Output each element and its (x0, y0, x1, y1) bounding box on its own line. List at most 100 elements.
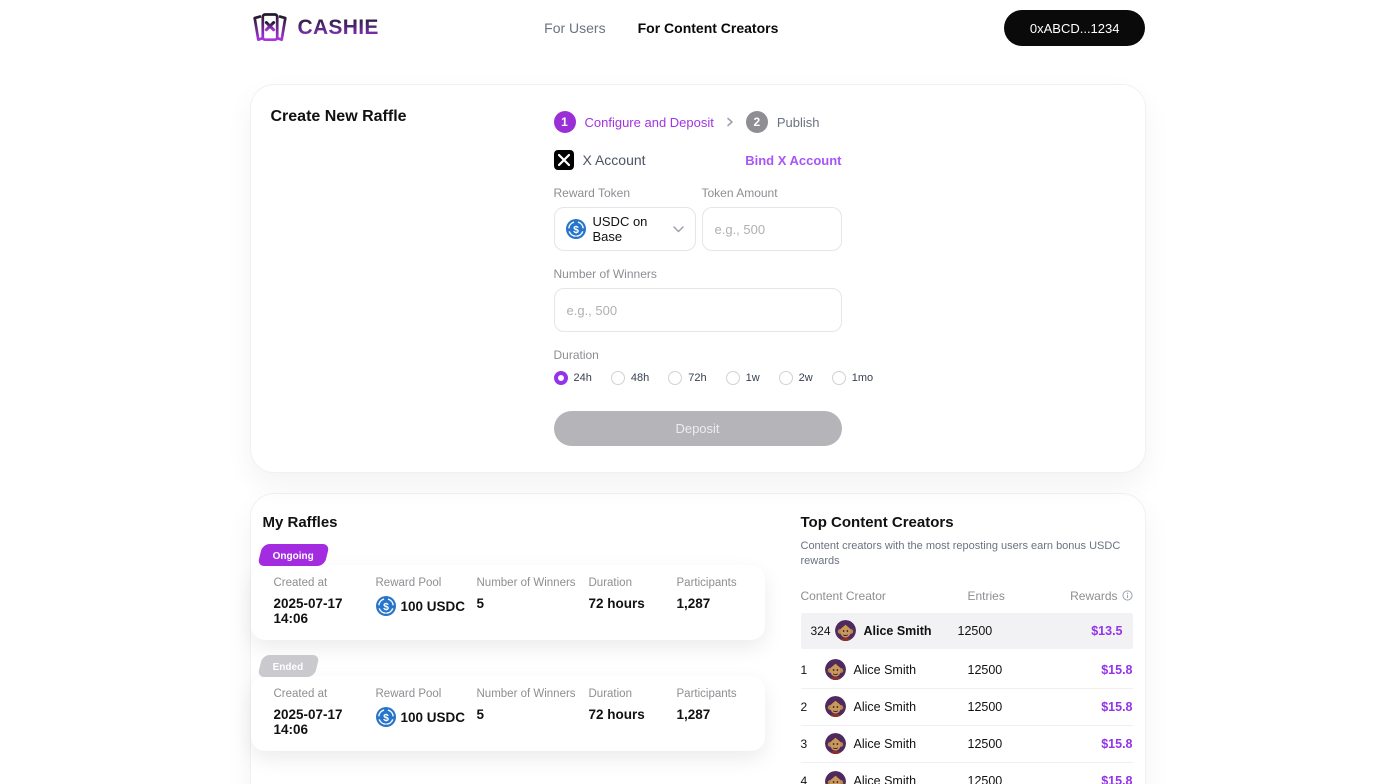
duration-option-72h[interactable]: 72h (668, 371, 707, 385)
created-at-label: Created at (273, 688, 328, 700)
number-of-winners-input[interactable] (553, 288, 842, 332)
raffle-item-ended[interactable]: Ended Created at 2025-07-17 14:06 Reward… (250, 655, 765, 751)
step-1-circle: 1 (553, 111, 576, 133)
avatar (824, 770, 846, 784)
creator-row[interactable]: 2 Alice Smith 12500 $15.8 (800, 689, 1133, 726)
usdc-icon (375, 596, 396, 616)
duration-option-24h[interactable]: 24h (553, 371, 592, 385)
winners-value: 5 (476, 707, 485, 722)
status-badge: Ended (256, 655, 319, 677)
raffle-item-ongoing[interactable]: Ongoing Created at 2025-07-17 14:06 Rewa… (250, 544, 765, 640)
creator-name: Alice Smith (863, 623, 932, 638)
create-raffle-card: Create New Raffle 1 Configure and Deposi… (249, 84, 1146, 473)
duration-option-1w[interactable]: 1w (725, 371, 760, 385)
top-navbar: CASHIE For Users For Content Creators 0x… (250, 0, 1146, 56)
brand-name: CASHIE (297, 16, 379, 39)
radio-icon (610, 371, 625, 385)
reward-value: $15.8 (1101, 736, 1133, 751)
created-at-value: 2025-07-17 14:06 (273, 596, 343, 626)
participants-label: Participants (676, 577, 737, 589)
token-amount-input[interactable] (701, 207, 842, 251)
duration-option-1mo[interactable]: 1mo (831, 371, 873, 385)
x-account-label: X Account (582, 152, 646, 168)
chevron-down-icon (672, 225, 684, 233)
duration-option-48h[interactable]: 48h (610, 371, 649, 385)
winners-label: Number of Winners (476, 688, 576, 700)
my-raffles-title: My Raffles (262, 514, 338, 531)
duration-value: 72 hours (588, 596, 645, 611)
x-twitter-icon (553, 150, 574, 170)
reward-value: $15.8 (1101, 662, 1133, 677)
col-entries: Entries (967, 588, 1005, 603)
step-1-label: Configure and Deposit (584, 114, 714, 130)
raffle-card: Created at 2025-07-17 14:06 Reward Pool … (250, 676, 765, 751)
nav-for-content-creators[interactable]: For Content Creators (638, 20, 779, 36)
reward-pool-value: 100 USDC (375, 596, 477, 616)
wallet-address-button[interactable]: 0xABCD...1234 (1003, 10, 1146, 46)
creator-row[interactable]: 1 Alice Smith 12500 $15.8 (800, 652, 1133, 689)
col-content-creator: Content Creator (800, 588, 886, 603)
raffle-card: Created at 2025-07-17 14:06 Reward Pool … (250, 565, 765, 640)
usdc-icon (565, 219, 586, 239)
step-2-label: Publish (776, 114, 820, 130)
creator-row-self[interactable]: 324 Alice Smith 12500 $13.5 (800, 612, 1133, 649)
nav-for-users[interactable]: For Users (544, 20, 605, 36)
creator-name: Alice Smith (853, 774, 917, 784)
number-of-winners-label: Number of Winners (553, 267, 657, 281)
reward-token-select[interactable]: USDC on Base (553, 207, 696, 251)
reward-pool-label: Reward Pool (375, 688, 442, 700)
x-account-row: X Account Bind X Account (553, 150, 842, 170)
info-icon[interactable] (1121, 590, 1133, 601)
duration-label: Duration (553, 348, 599, 362)
radio-icon (831, 371, 846, 385)
stepper: 1 Configure and Deposit 2 Publish (553, 111, 842, 133)
my-raffles-section: My Raffles Ongoing Created at 2025-07-17… (250, 514, 765, 784)
creator-name: Alice Smith (853, 736, 917, 751)
duration-label: Duration (588, 577, 632, 589)
creator-name: Alice Smith (853, 699, 917, 714)
duration-option-2w[interactable]: 2w (778, 371, 813, 385)
bottom-section-card: My Raffles Ongoing Created at 2025-07-17… (249, 493, 1146, 784)
entries-value: 12500 (967, 699, 1003, 714)
reward-value: $15.8 (1101, 699, 1133, 714)
reward-value: $13.5 (1091, 623, 1123, 638)
duration-radio-group: 24h 48h 72h 1w 2w 1mo (553, 371, 873, 385)
radio-icon (778, 371, 793, 385)
radio-icon (725, 371, 740, 385)
col-rewards: Rewards (1063, 589, 1133, 603)
creator-name: Alice Smith (853, 662, 917, 677)
reward-token-value: USDC on Base (592, 214, 648, 244)
entries-value: 12500 (967, 662, 1003, 677)
bind-x-account-link[interactable]: Bind X Account (745, 153, 841, 168)
rank: 324 (810, 623, 831, 638)
rank: 2 (800, 699, 808, 714)
usdc-icon (375, 707, 396, 727)
create-raffle-title: Create New Raffle (270, 108, 407, 125)
winners-value: 5 (476, 596, 485, 611)
participants-label: Participants (676, 688, 737, 700)
brand-logo[interactable]: CASHIE (250, 10, 379, 46)
avatar (824, 733, 846, 755)
radio-icon (668, 371, 683, 385)
status-badge: Ongoing (256, 544, 330, 566)
main-nav: For Users For Content Creators (544, 20, 778, 36)
cashie-tickets-icon (250, 10, 290, 46)
rank: 3 (800, 736, 808, 751)
deposit-button[interactable]: Deposit (553, 411, 842, 446)
entries-value: 12500 (957, 623, 993, 638)
creator-row[interactable]: 4 Alice Smith 12500 $15.8 (801, 763, 1133, 784)
rank: 1 (800, 662, 808, 677)
entries-value: 12500 (967, 774, 1003, 784)
reward-token-label: Reward Token (553, 186, 631, 200)
radio-selected-icon (553, 371, 568, 385)
avatar (824, 696, 846, 718)
participants-value: 1,287 (676, 596, 711, 611)
creator-row[interactable]: 3 Alice Smith 12500 $15.8 (800, 726, 1133, 763)
avatar (824, 659, 846, 681)
entries-value: 12500 (967, 736, 1003, 751)
top-creators-section: Top Content Creators Content creators wi… (800, 514, 1133, 784)
reward-value: $15.8 (1101, 774, 1133, 784)
avatar (834, 620, 856, 642)
created-at-label: Created at (273, 577, 328, 589)
duration-value: 72 hours (588, 707, 645, 722)
